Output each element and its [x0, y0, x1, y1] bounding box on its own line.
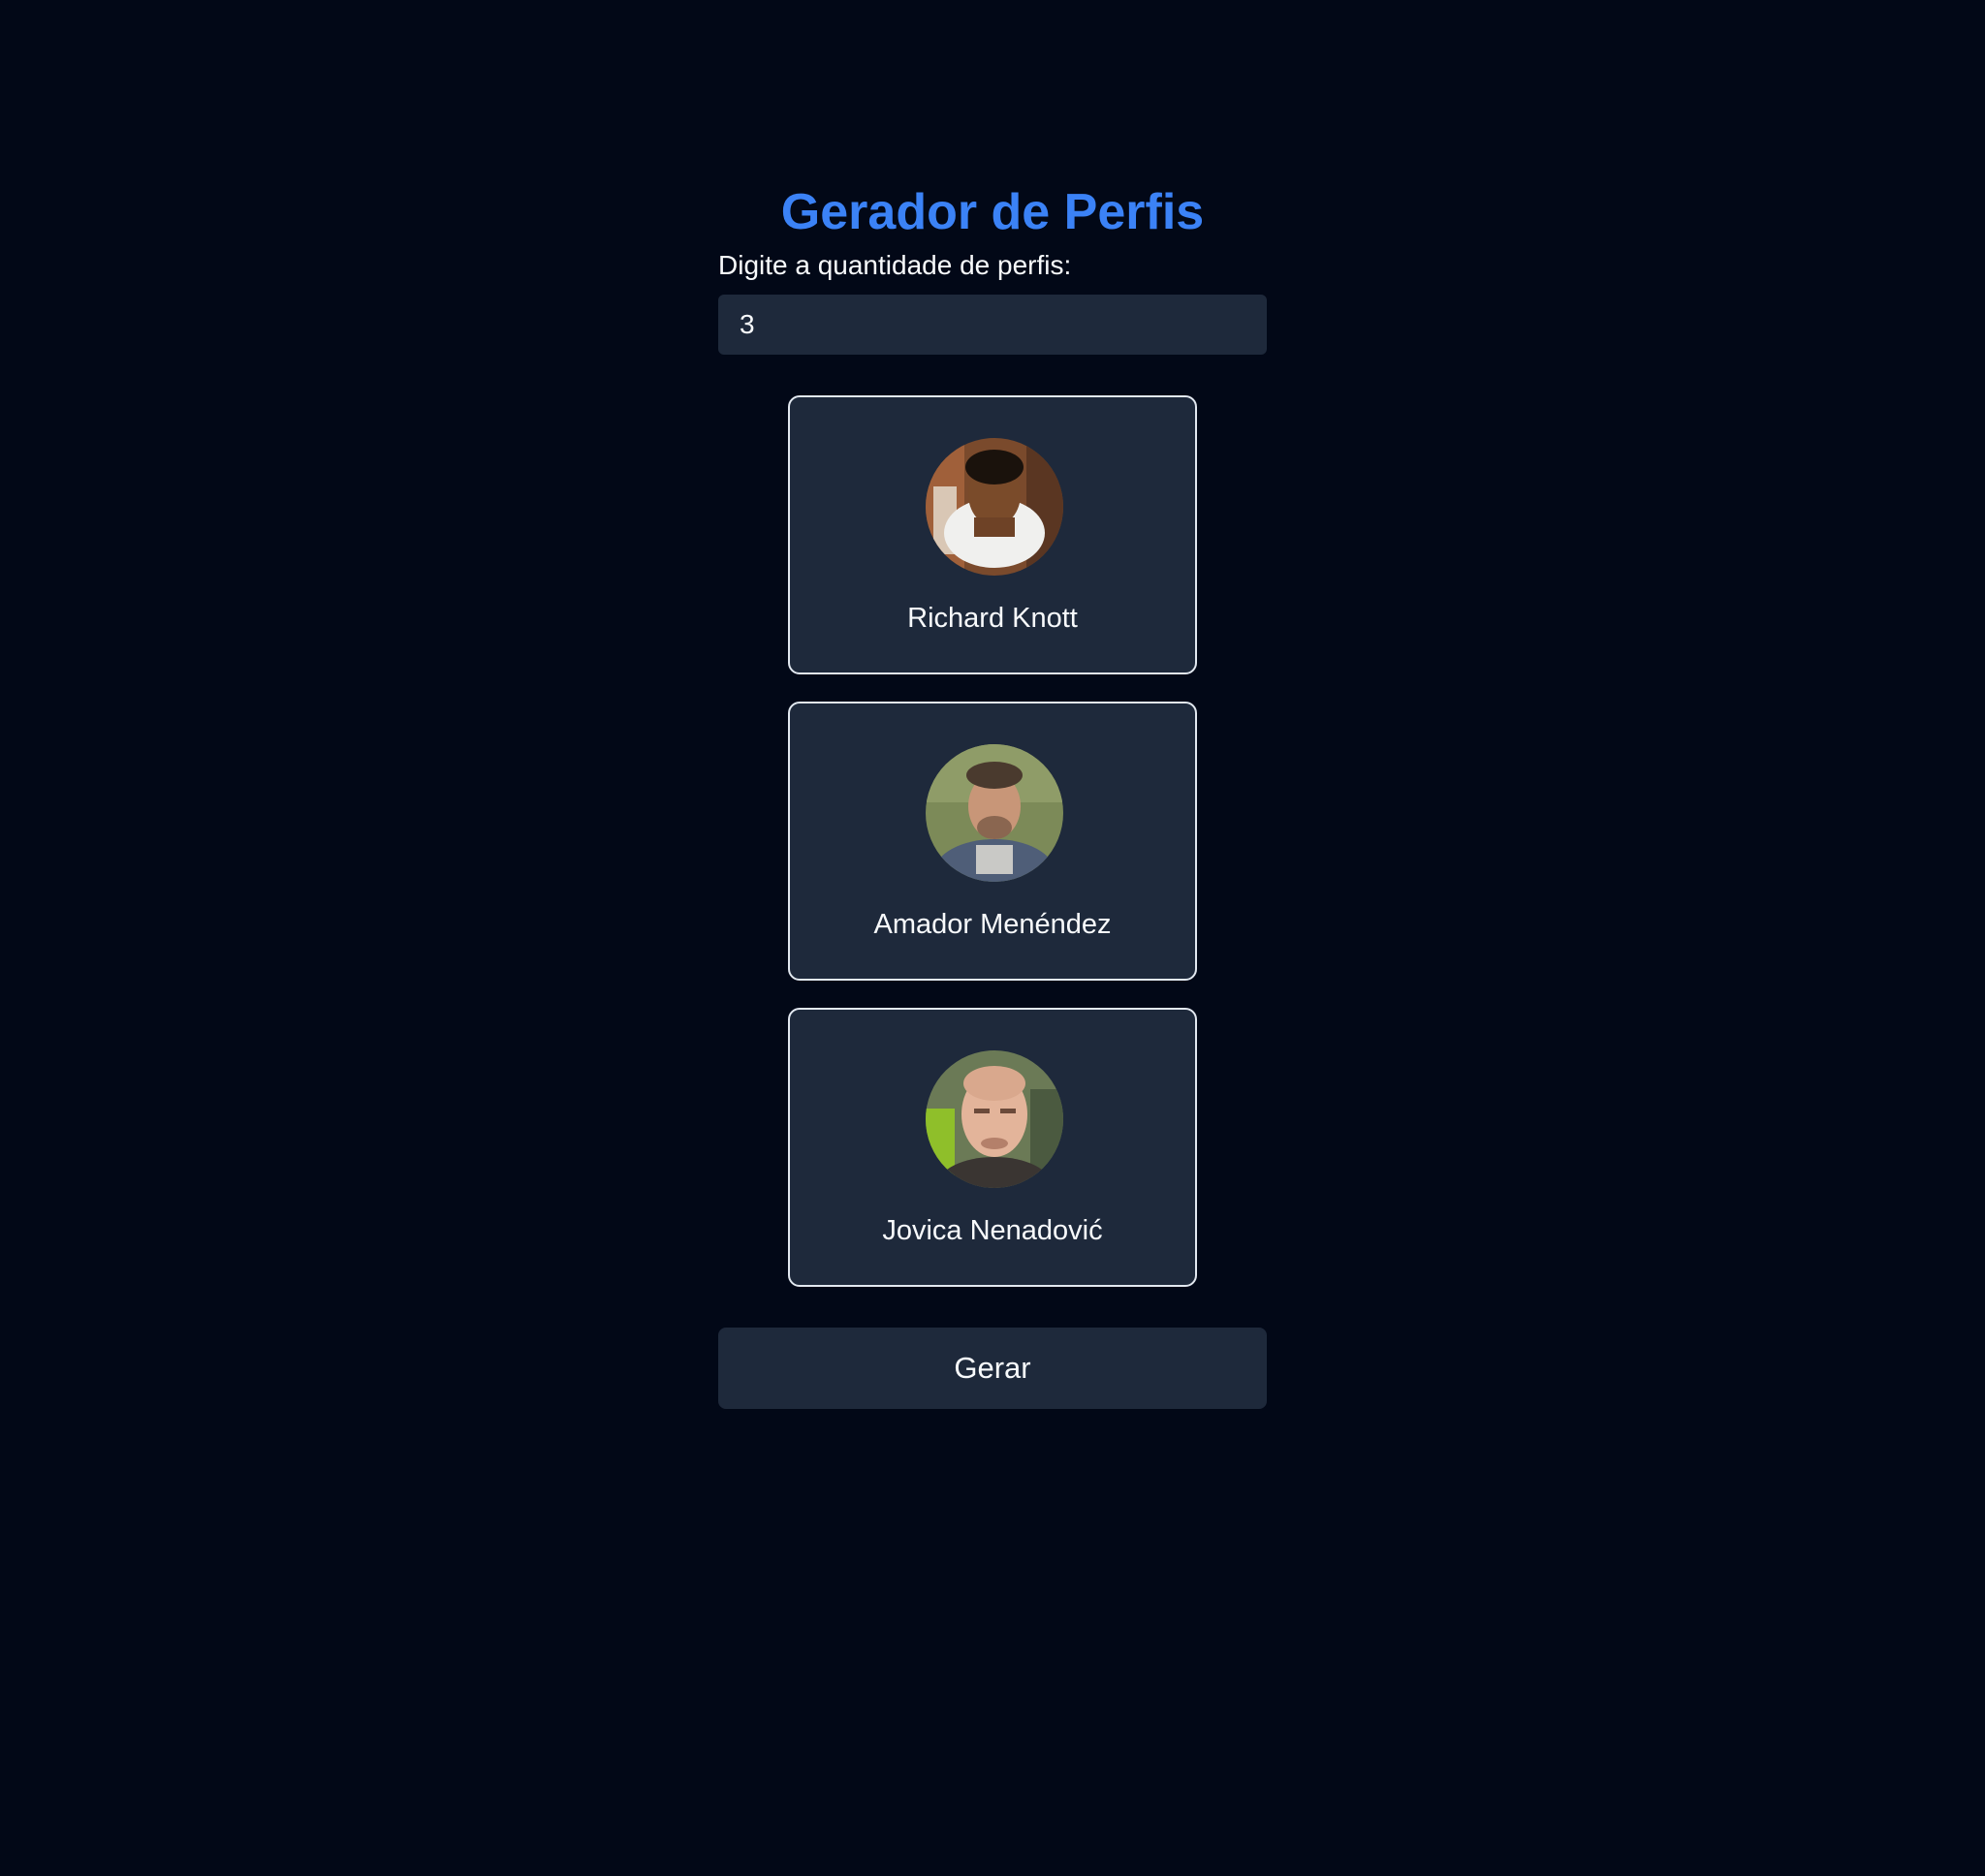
- profile-card: Amador Menéndez: [788, 702, 1197, 981]
- profile-name: Amador Menéndez: [873, 909, 1112, 940]
- profile-card: Richard Knott: [788, 395, 1197, 674]
- quantity-input[interactable]: [718, 295, 1267, 355]
- page-title: Gerador de Perfis: [780, 183, 1205, 240]
- generate-button[interactable]: Gerar: [718, 1328, 1267, 1409]
- profile-generator-page: Gerador de Perfis Digite a quantidade de…: [0, 0, 1985, 1876]
- avatar: [926, 438, 1063, 576]
- profile-card: Jovica Nenadović: [788, 1008, 1197, 1287]
- profile-name: Richard Knott: [907, 603, 1078, 634]
- avatar: [926, 1050, 1063, 1188]
- profile-list: Richard Knott Amador Menéndez Jovica Nen…: [788, 395, 1197, 1314]
- profile-name: Jovica Nenadović: [882, 1215, 1103, 1246]
- avatar: [926, 744, 1063, 882]
- quantity-label: Digite a quantidade de perfis:: [718, 250, 1072, 280]
